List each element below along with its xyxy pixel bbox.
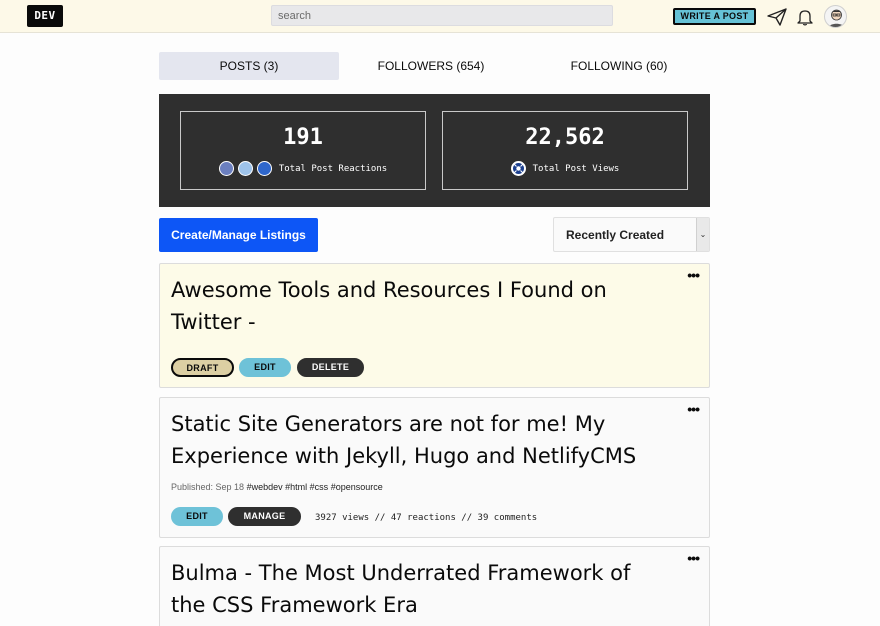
heart-reaction-icon — [218, 161, 234, 176]
post-stats: 3927 views // 47 reactions // 39 comment… — [315, 513, 538, 523]
unicorn-reaction-icon — [237, 161, 253, 176]
sort-selected-value: Recently Created — [566, 228, 665, 242]
post-card: Static Site Generators are not for me! M… — [159, 397, 710, 538]
chevron-down-icon[interactable]: ⌄ — [696, 218, 709, 251]
post-card: Bulma - The Most Underrated Framework of… — [159, 546, 710, 626]
more-dots-icon[interactable]: ••• — [687, 402, 700, 416]
create-manage-listings-button[interactable]: Create/Manage Listings — [159, 218, 318, 252]
views-label: Total Post Views — [532, 163, 620, 174]
write-post-button[interactable]: WRITE A POST — [673, 8, 756, 25]
reactions-label: Total Post Reactions — [278, 163, 388, 174]
user-avatar[interactable] — [824, 5, 847, 28]
views-stat-box: 22,562 Total Post Views — [442, 111, 688, 190]
dev-logo[interactable]: DEV — [27, 5, 63, 27]
sort-dropdown[interactable]: Recently Created ⌄ — [553, 217, 710, 252]
more-dots-icon[interactable]: ••• — [687, 268, 700, 282]
post-title[interactable]: Bulma - The Most Underrated Framework of… — [171, 557, 641, 621]
reactions-stat-box: 191 Total Post Reactions — [180, 111, 426, 190]
top-navigation-bar: DEV WRITE A POST — [0, 0, 880, 33]
more-dots-icon[interactable]: ••• — [687, 551, 700, 565]
post-card: Awesome Tools and Resources I Found on T… — [159, 263, 710, 388]
paper-plane-icon[interactable] — [765, 5, 789, 29]
post-title[interactable]: Awesome Tools and Resources I Found on T… — [171, 274, 641, 338]
views-icon — [510, 161, 526, 176]
tag-link[interactable]: #css — [310, 482, 329, 492]
reactions-count: 191 — [283, 125, 323, 150]
edit-button[interactable]: EDIT — [171, 507, 223, 526]
stats-panel: 191 Total Post Reactions 22,562 Total Po… — [159, 94, 710, 207]
views-count: 22,562 — [525, 125, 605, 150]
tab-following[interactable]: FOLLOWING (60) — [523, 52, 715, 80]
draft-badge: DRAFT — [171, 358, 234, 377]
tag-link[interactable]: #webdev — [247, 482, 283, 492]
tag-link[interactable]: #html — [285, 482, 307, 492]
delete-button[interactable]: DELETE — [297, 358, 364, 377]
edit-button[interactable]: EDIT — [239, 358, 291, 377]
manage-button[interactable]: MANAGE — [228, 507, 301, 526]
post-meta: Published: Sep 18 #webdev #html #css #op… — [171, 482, 383, 492]
tab-posts[interactable]: POSTS (3) — [159, 52, 339, 80]
tag-link[interactable]: #opensource — [331, 482, 383, 492]
tab-followers[interactable]: FOLLOWERS (654) — [339, 52, 523, 80]
search-input[interactable] — [271, 5, 613, 26]
post-title[interactable]: Static Site Generators are not for me! M… — [171, 408, 641, 472]
publish-date: Published: Sep 18 — [171, 482, 245, 492]
bookmark-reaction-icon — [256, 161, 272, 176]
bell-icon[interactable] — [793, 5, 817, 29]
